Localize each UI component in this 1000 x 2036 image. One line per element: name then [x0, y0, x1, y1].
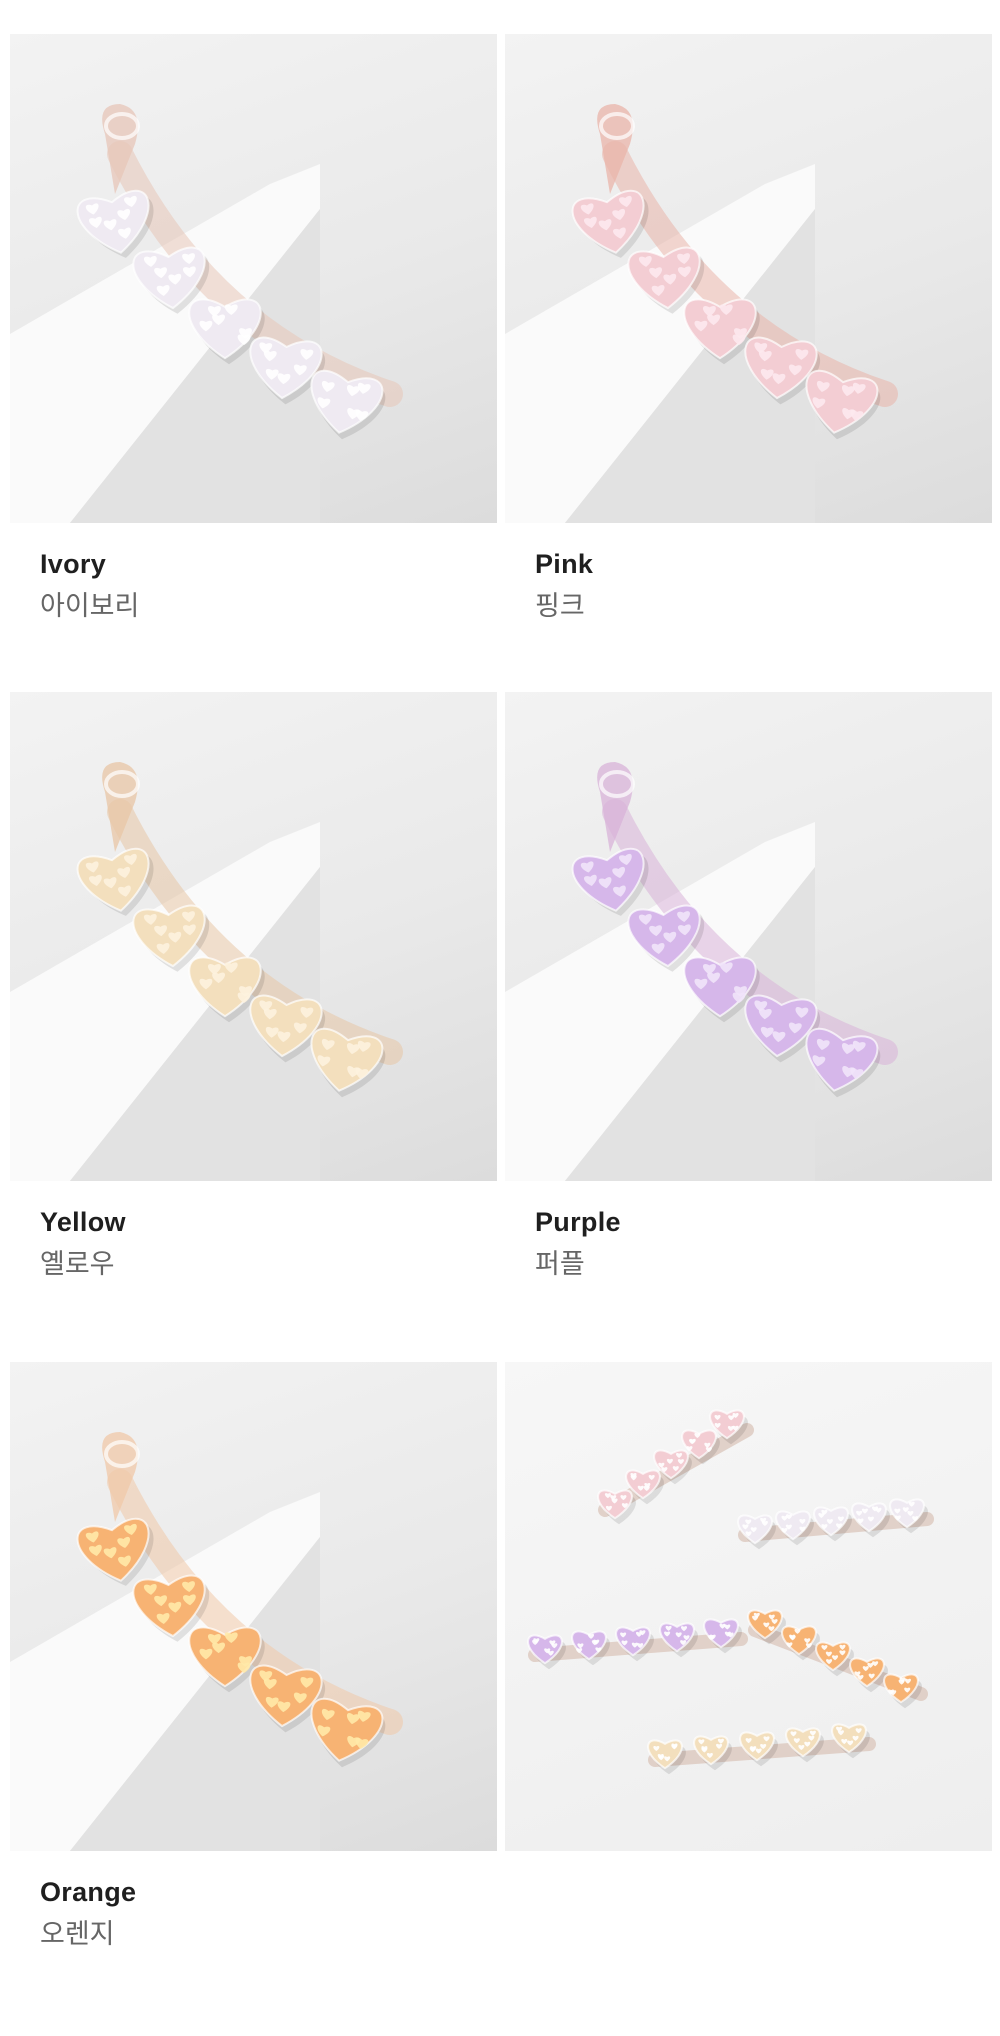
product-name-ko: 아이보리	[40, 591, 140, 622]
group-photo[interactable]	[505, 1362, 992, 1851]
product-name-ko: 옐로우	[40, 1249, 115, 1280]
product-name-en: Purple	[535, 1207, 621, 1237]
product-photo-yellow[interactable]	[10, 692, 497, 1181]
product-photo-purple[interactable]	[505, 692, 992, 1181]
hair-clip-image	[10, 1432, 403, 1851]
hair-clip-image	[10, 762, 403, 1181]
product-photo-pink[interactable]	[505, 34, 992, 523]
product-name-ko: 퍼플	[535, 1249, 585, 1280]
hair-clips-group-image	[527, 1409, 934, 1775]
product-name-en: Yellow	[40, 1207, 126, 1237]
product-photo-orange[interactable]	[10, 1362, 497, 1851]
product-name-ko: 오렌지	[40, 1919, 115, 1950]
product-photo-ivory[interactable]	[10, 34, 497, 523]
product-name-ko: 핑크	[535, 591, 585, 622]
hair-clip-image	[505, 104, 898, 523]
product-name-en: Pink	[535, 549, 594, 579]
product-name-en: Orange	[40, 1877, 137, 1907]
hair-clip-image	[505, 762, 898, 1181]
product-name-en: Ivory	[40, 549, 107, 579]
hair-clip-image	[10, 104, 403, 523]
